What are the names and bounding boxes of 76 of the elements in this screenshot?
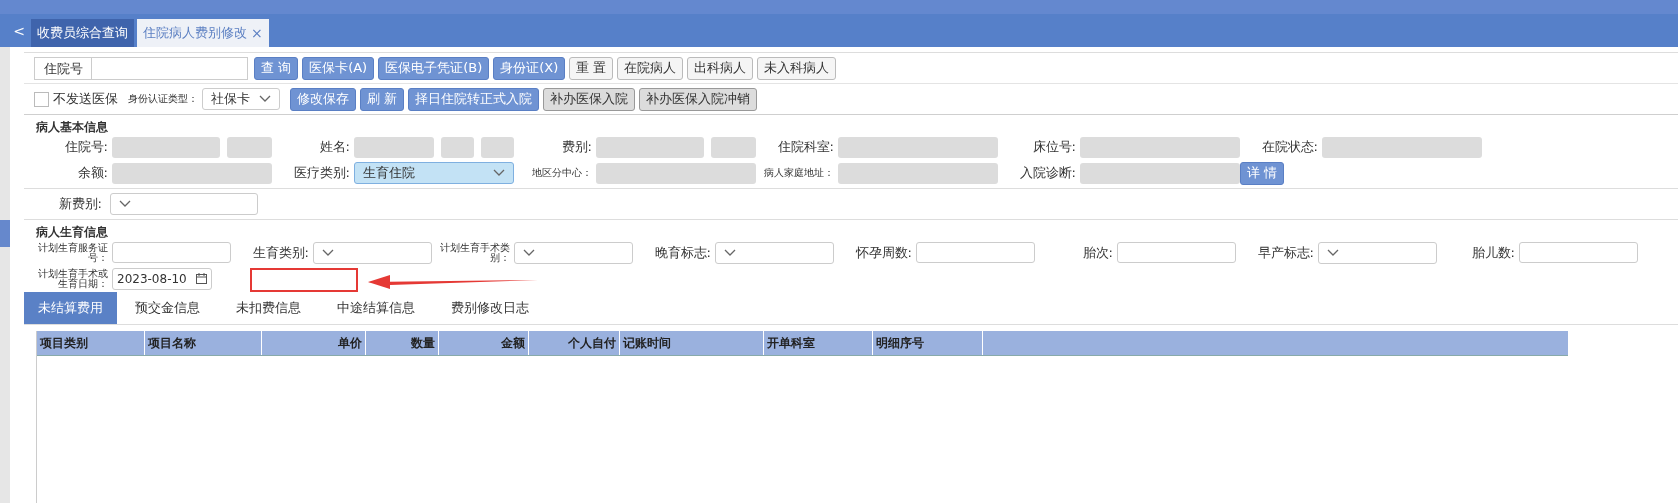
- calendar-icon: [196, 273, 207, 284]
- field-label: 医疗类别:: [292, 164, 351, 182]
- input-field[interactable]: [1519, 242, 1638, 263]
- field-label: 身份认证类型：: [128, 92, 198, 106]
- field-label: 早产标志:: [1256, 243, 1315, 262]
- chevron-icon: [493, 169, 505, 177]
- date-field[interactable]: 2023-08-10: [112, 267, 212, 290]
- field-label: 新费别:: [57, 195, 103, 213]
- column-header[interactable]: 金额: [439, 331, 529, 355]
- checkbox-label: 不发送医保: [53, 90, 118, 108]
- field-label: 在院状态:: [1260, 138, 1319, 156]
- field-label: 费别:: [560, 138, 593, 156]
- field-label: 生育类别:: [251, 243, 310, 262]
- column-header[interactable]: 个人自付: [529, 331, 620, 355]
- detail-tab[interactable]: 费别修改日志: [433, 292, 547, 324]
- chevron-icon: [523, 248, 535, 257]
- checkbox[interactable]: [34, 91, 49, 107]
- select-field[interactable]: [313, 241, 432, 264]
- input-field[interactable]: [916, 242, 1035, 263]
- column-header[interactable]: 项目名称: [145, 331, 262, 355]
- readonly-field: [440, 136, 474, 158]
- field-label: 怀孕周数:: [854, 243, 913, 262]
- page-tab[interactable]: 住院病人费别修改 ×: [137, 19, 269, 47]
- toolbar-button[interactable]: 出科病人: [687, 56, 754, 80]
- field-label: 计划生育服务证号：: [37, 242, 109, 263]
- field-label: 计划生育手术类别：: [439, 242, 511, 263]
- select-field[interactable]: [1318, 241, 1437, 264]
- chevron-icon: [259, 95, 271, 103]
- detail-tab[interactable]: 预交金信息: [117, 292, 218, 324]
- field-label: 余额:: [76, 164, 109, 182]
- field-label: 计划生育手术或生育日期：: [37, 268, 109, 289]
- toolbar-button[interactable]: 补办医保入院: [543, 87, 636, 111]
- select-field[interactable]: [110, 193, 258, 215]
- readonly-field: [227, 136, 272, 158]
- readonly-field: [480, 136, 514, 158]
- collapse-button[interactable]: <: [10, 22, 28, 39]
- field-label: 床位号:: [1031, 138, 1077, 156]
- chevron-icon: [724, 248, 736, 257]
- search-field[interactable]: [91, 56, 248, 80]
- field-label: 晚育标志:: [653, 243, 712, 262]
- input-field[interactable]: [112, 242, 231, 263]
- detail-tab[interactable]: 未扣费信息: [218, 292, 319, 324]
- column-header[interactable]: 单价: [262, 331, 366, 355]
- field-label: 住院科室:: [776, 138, 835, 156]
- column-header[interactable]: 记账时间: [620, 331, 764, 355]
- toolbar-button[interactable]: 未入科病人: [757, 56, 837, 80]
- section-title: 病人生育信息: [36, 224, 109, 241]
- detail-tab[interactable]: 未结算费用: [24, 292, 117, 324]
- select-field[interactable]: 社保卡: [202, 88, 280, 110]
- select-field[interactable]: [514, 241, 633, 264]
- field-label: 住院号:: [63, 138, 109, 156]
- toolbar-button[interactable]: 重 置: [569, 56, 614, 80]
- input-field[interactable]: [1117, 242, 1236, 263]
- field-label: 入院诊断:: [1018, 164, 1077, 182]
- section-title: 病人基本信息: [36, 119, 109, 136]
- chevron-icon: [1327, 248, 1339, 257]
- page-tab[interactable]: 收费员综合查询: [31, 19, 134, 47]
- field-label: 姓名:: [318, 138, 351, 156]
- field-label: 胎儿数:: [1470, 243, 1516, 262]
- column-header[interactable]: 数量: [366, 331, 439, 355]
- column-header[interactable]: 项目类别: [37, 331, 145, 355]
- select-field[interactable]: [715, 241, 834, 264]
- field-label: 病人家庭地址：: [763, 166, 835, 180]
- toolbar-button[interactable]: 补办医保入院冲销: [639, 87, 758, 111]
- readonly-field: [711, 136, 756, 158]
- chevron-icon: [119, 200, 131, 208]
- toolbar-button[interactable]: 在院病人: [617, 56, 684, 80]
- field-label: 胎次:: [1081, 243, 1114, 262]
- field-label: 地区分中心：: [531, 166, 593, 180]
- sidebar-marker: [0, 220, 10, 247]
- column-header[interactable]: 明细序号: [873, 331, 983, 355]
- chevron-icon: [322, 248, 334, 257]
- close-icon[interactable]: ×: [251, 25, 263, 41]
- column-header[interactable]: 开单科室: [764, 331, 873, 355]
- select-field[interactable]: 生育住院: [354, 162, 514, 184]
- detail-tab[interactable]: 中途结算信息: [319, 292, 433, 324]
